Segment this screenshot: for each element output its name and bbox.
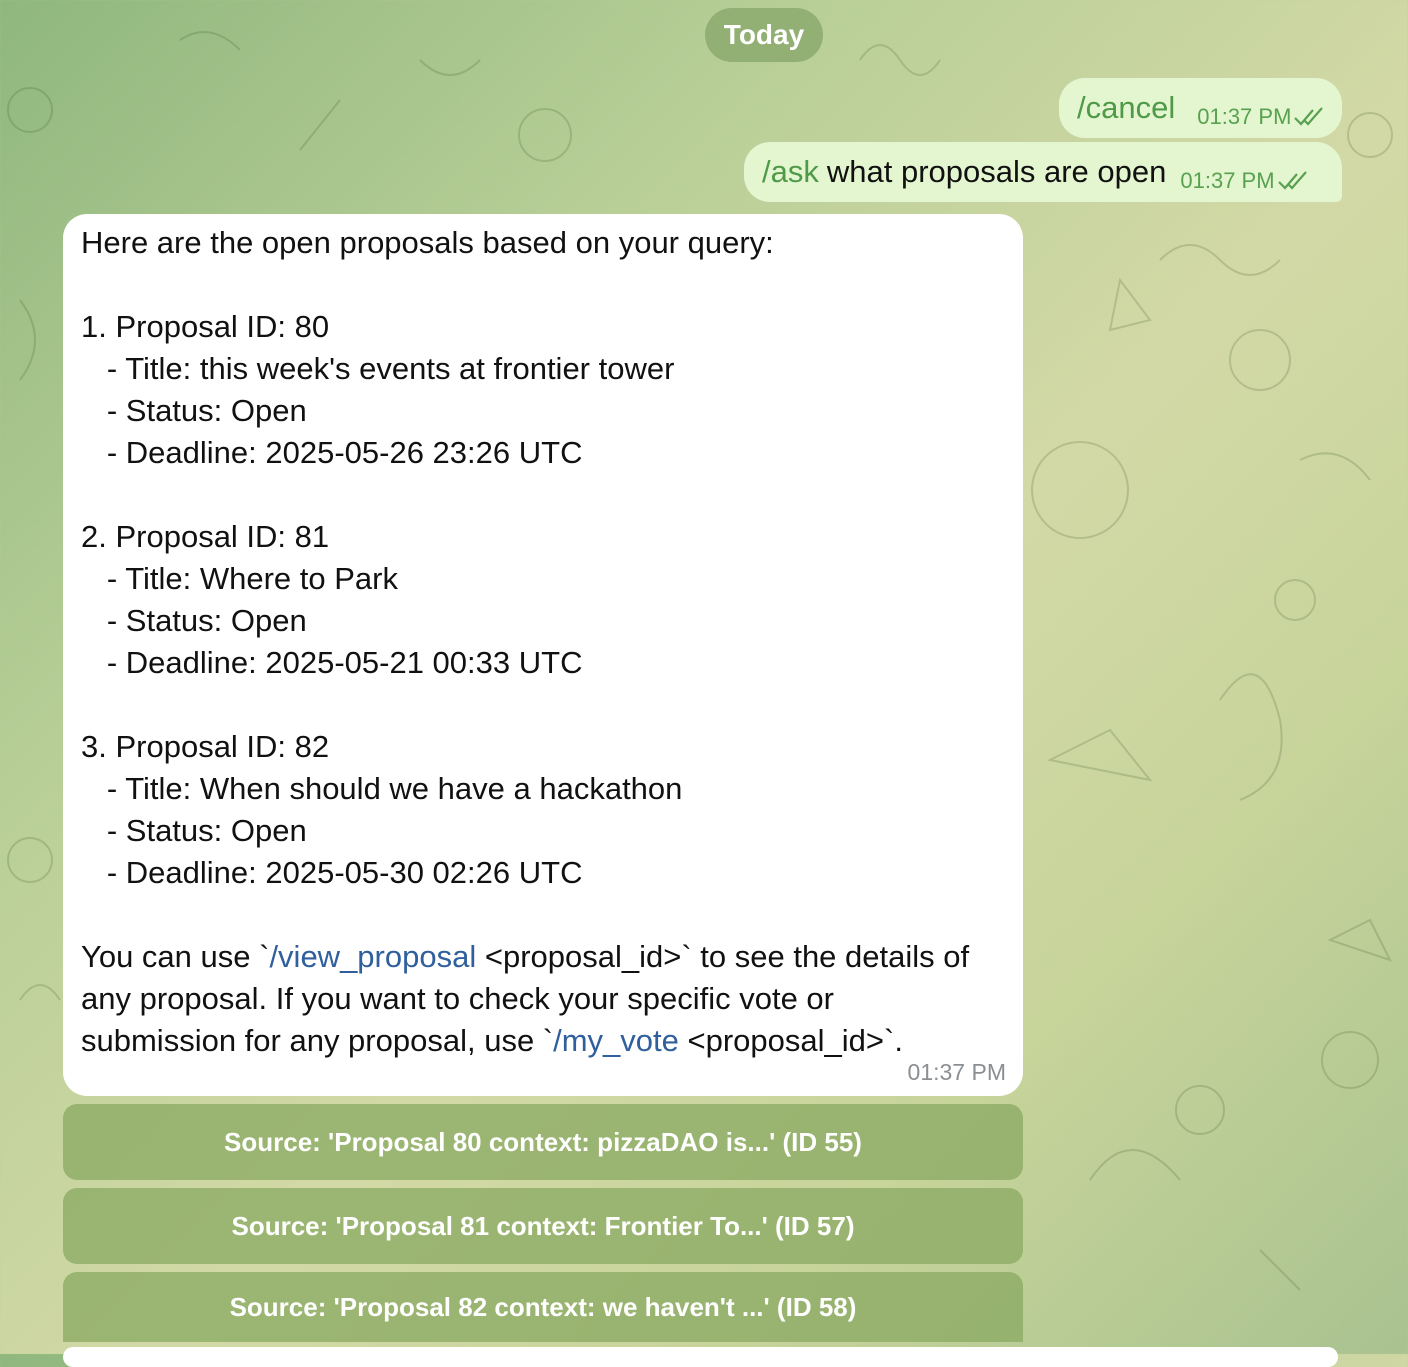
source-button-id-55[interactable]: Source: 'Proposal 80 context: pizzaDAO i…: [63, 1104, 1023, 1180]
proposal-title: - Title: this week's events at frontier …: [81, 351, 675, 386]
proposal-heading: 3. Proposal ID: 82: [81, 729, 330, 764]
proposal-title: - Title: Where to Park: [81, 561, 398, 596]
footer-text: You can use `: [81, 939, 270, 974]
proposal-deadline: - Deadline: 2025-05-21 00:33 UTC: [81, 645, 583, 680]
proposal-deadline: - Deadline: 2025-05-30 02:26 UTC: [81, 855, 583, 890]
proposal-deadline: - Deadline: 2025-05-26 23:26 UTC: [81, 435, 583, 470]
double-check-icon: [1277, 171, 1307, 190]
outgoing-message-cancel[interactable]: /cancel 01:37 PM: [1059, 78, 1342, 138]
footer-text: <proposal_id>`.: [678, 1023, 903, 1058]
proposal-title: - Title: When should we have a hackathon: [81, 771, 683, 806]
intro-text: Here are the open proposals based on you…: [81, 225, 774, 260]
message-meta: 01:37 PM: [1197, 104, 1327, 130]
message-time: 01:37 PM: [1197, 104, 1292, 129]
double-check-icon: [1294, 107, 1324, 126]
proposal-status: - Status: Open: [81, 393, 307, 428]
message-body: Here are the open proposals based on you…: [81, 222, 1005, 1062]
incoming-message: Here are the open proposals based on you…: [63, 214, 1023, 1096]
message-input-bar[interactable]: [63, 1347, 1338, 1367]
proposal-heading: 1. Proposal ID: 80: [81, 309, 330, 344]
message-text: what proposals are open: [826, 154, 1167, 189]
command-link-cancel[interactable]: /cancel: [1077, 90, 1175, 126]
proposal-heading: 2. Proposal ID: 81: [81, 519, 330, 554]
message-time: 01:37 PM: [907, 1059, 1006, 1085]
proposal-status: - Status: Open: [81, 813, 307, 848]
my-vote-command-link[interactable]: /my_vote: [553, 1023, 679, 1058]
source-button-id-58[interactable]: Source: 'Proposal 82 context: we haven't…: [63, 1272, 1023, 1342]
view-proposal-command-link[interactable]: /view_proposal: [269, 939, 476, 974]
proposal-status: - Status: Open: [81, 603, 307, 638]
outgoing-message-ask[interactable]: /ask what proposals are open 01:37 PM: [744, 142, 1342, 202]
command-link-ask[interactable]: /ask: [762, 154, 819, 190]
message-time: 01:37 PM: [1180, 168, 1275, 193]
date-separator: Today: [705, 8, 823, 62]
message-meta: 01:37 PM: [1180, 168, 1310, 194]
source-button-id-57[interactable]: Source: 'Proposal 81 context: Frontier T…: [63, 1188, 1023, 1264]
